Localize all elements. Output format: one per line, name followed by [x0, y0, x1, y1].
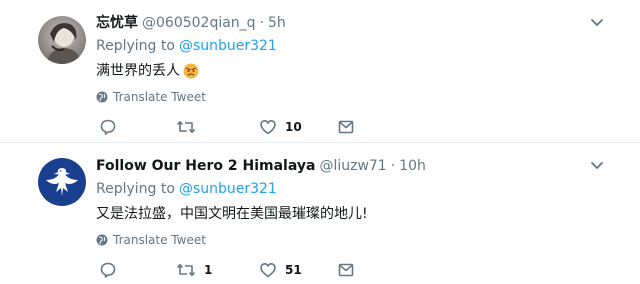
tweet[interactable]: 忘忧草 @060502qian_q · 5h Replying to @sunbu… — [0, 0, 640, 142]
display-name[interactable]: Follow Our Hero 2 Himalaya — [96, 156, 315, 176]
tweet-text: 满世界的丢人 — [96, 61, 199, 81]
envelope-icon — [338, 120, 354, 134]
replying-label: Replying to — [96, 38, 175, 54]
avatar-image — [38, 16, 86, 64]
retweet-count: 1 — [204, 263, 213, 277]
tweet-actions: 10 — [99, 118, 359, 136]
like-count: 51 — [285, 263, 302, 277]
tweet[interactable]: Follow Our Hero 2 Himalaya @liuzw71 · 10… — [0, 143, 640, 284]
user-handle[interactable]: @060502qian_q — [142, 13, 256, 33]
timestamp[interactable]: 10h — [399, 156, 426, 176]
heart-icon — [260, 263, 276, 278]
like-button[interactable]: 10 — [259, 118, 302, 136]
translate-label[interactable]: Translate Tweet — [113, 232, 206, 248]
user-handle[interactable]: @liuzw71 — [319, 156, 386, 176]
chevron-down-icon[interactable] — [590, 161, 604, 171]
avatar[interactable] — [38, 158, 86, 206]
reply-icon — [100, 262, 116, 278]
reply-button[interactable] — [99, 261, 125, 279]
globe-icon — [96, 234, 108, 246]
separator-dot: · — [390, 158, 396, 174]
envelope-icon — [338, 263, 354, 277]
direct-message-button[interactable] — [337, 118, 355, 136]
mention-link[interactable]: @sunbuer321 — [179, 38, 277, 54]
chevron-down-icon[interactable] — [590, 18, 604, 28]
retweet-icon — [176, 121, 196, 133]
direct-message-button[interactable] — [337, 261, 355, 279]
eagle-avatar-image — [38, 158, 86, 206]
reply-button[interactable] — [99, 118, 125, 136]
translate-tweet[interactable]: Translate Tweet — [96, 232, 206, 248]
angry-face-icon — [183, 63, 199, 79]
tweet-actions: 1 51 — [99, 261, 359, 279]
tweet-text-content: 又是法拉盛，中国文明在美国最璀璨的地儿! — [96, 206, 368, 222]
reply-icon — [100, 119, 116, 135]
mention-link[interactable]: @sunbuer321 — [179, 181, 277, 197]
separator-dot: · — [259, 15, 265, 31]
tweet-text-content: 满世界的丢人 — [96, 63, 180, 79]
like-button[interactable]: 51 — [259, 261, 302, 279]
like-count: 10 — [285, 120, 302, 134]
retweet-button[interactable] — [176, 118, 204, 136]
heart-icon — [260, 120, 276, 135]
globe-icon — [96, 91, 108, 103]
display-name[interactable]: 忘忧草 — [96, 13, 138, 33]
translate-tweet[interactable]: Translate Tweet — [96, 89, 206, 105]
tweet-header: 忘忧草 @060502qian_q · 5h — [96, 13, 286, 33]
tweet-header: Follow Our Hero 2 Himalaya @liuzw71 · 10… — [96, 156, 426, 176]
retweet-button[interactable]: 1 — [176, 261, 212, 279]
replying-label: Replying to — [96, 181, 175, 197]
retweet-icon — [176, 264, 196, 276]
avatar[interactable] — [38, 16, 86, 64]
tweet-text: 又是法拉盛，中国文明在美国最璀璨的地儿! — [96, 204, 368, 224]
translate-label[interactable]: Translate Tweet — [113, 89, 206, 105]
replying-to: Replying to @sunbuer321 — [96, 180, 277, 198]
replying-to: Replying to @sunbuer321 — [96, 37, 277, 55]
timestamp[interactable]: 5h — [268, 13, 286, 33]
